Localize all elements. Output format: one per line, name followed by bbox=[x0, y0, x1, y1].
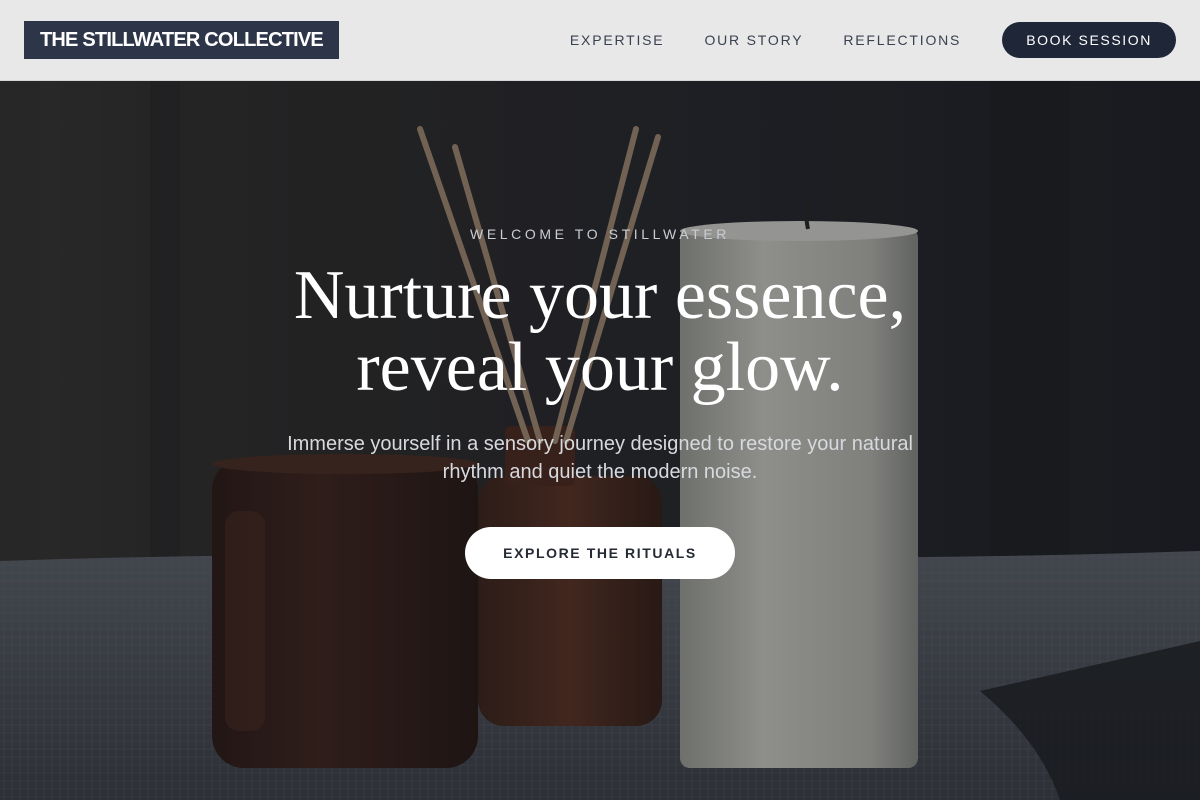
explore-rituals-button[interactable]: EXPLORE THE RITUALS bbox=[465, 527, 735, 579]
site-header: THE STILLWATER COLLECTIVE EXPERTISE OUR … bbox=[0, 0, 1200, 81]
hero-subtext: Immerse yourself in a sensory journey de… bbox=[287, 433, 913, 483]
hero-headline: Nurture your essence, reveal your glow. bbox=[250, 260, 950, 404]
hero-content: WELCOME TO STILLWATER Nurture your essen… bbox=[0, 81, 1200, 800]
hero-headline-line-1: Nurture your essence, bbox=[293, 257, 907, 334]
hero-headline-line-2: reveal your glow. bbox=[356, 329, 844, 406]
nav-link-reflections[interactable]: REFLECTIONS bbox=[843, 32, 961, 48]
main-nav: EXPERTISE OUR STORY REFLECTIONS BOOK SES… bbox=[570, 22, 1176, 58]
hero-eyebrow: WELCOME TO STILLWATER bbox=[470, 226, 730, 242]
nav-link-expertise[interactable]: EXPERTISE bbox=[570, 32, 665, 48]
hero-section: WELCOME TO STILLWATER Nurture your essen… bbox=[0, 81, 1200, 800]
book-session-button[interactable]: BOOK SESSION bbox=[1002, 22, 1176, 58]
nav-link-our-story[interactable]: OUR STORY bbox=[704, 32, 803, 48]
brand-logo[interactable]: THE STILLWATER COLLECTIVE bbox=[24, 21, 339, 59]
